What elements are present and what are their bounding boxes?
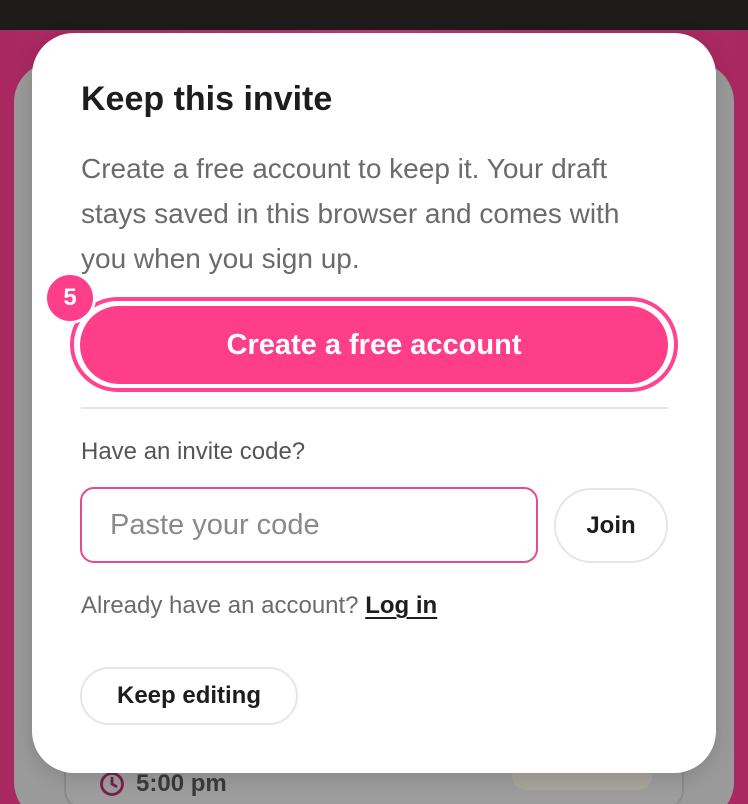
create-account-button[interactable]: Create a free account [80, 306, 668, 384]
login-prompt-text: Already have an account? [81, 592, 359, 619]
modal-title: Keep this invite [81, 80, 333, 118]
event-time-text: 5:00 pm [136, 770, 227, 797]
top-status-bar [0, 0, 748, 30]
keep-invite-modal [32, 33, 716, 773]
keep-editing-button[interactable]: Keep editing [80, 667, 298, 725]
login-prompt-line: Already have an account? Log in [81, 592, 437, 620]
clock-icon [100, 772, 124, 796]
modal-description: Create a free account to keep it. Your d… [81, 153, 620, 274]
invite-code-label: Have an invite code? [81, 438, 306, 465]
step-number-badge: 5 [44, 272, 96, 324]
divider [81, 407, 668, 409]
background-event-time: 5:00 pm [98, 770, 227, 798]
join-button[interactable]: Join [554, 488, 668, 563]
invite-code-input[interactable] [80, 487, 538, 563]
login-link[interactable]: Log in [365, 592, 437, 619]
